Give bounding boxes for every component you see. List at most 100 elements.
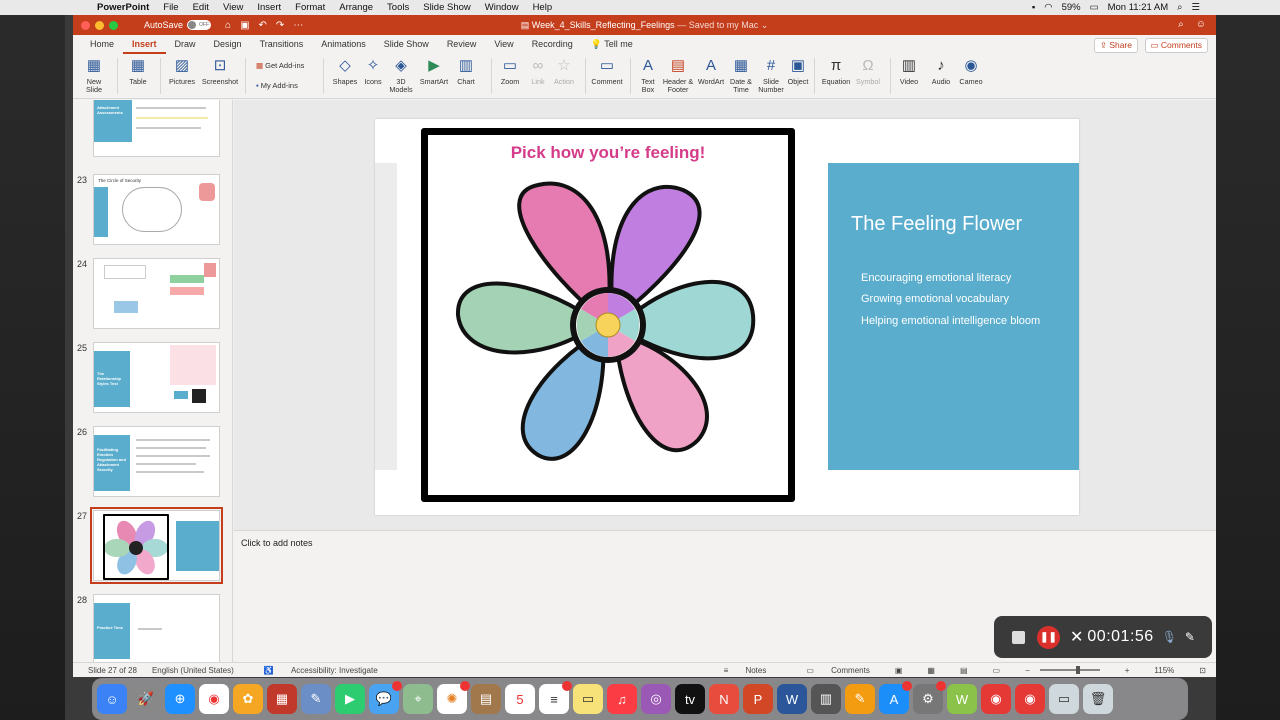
tab-design[interactable]: Design	[205, 35, 251, 54]
clock[interactable]: Mon 11:21 AM	[1108, 2, 1169, 13]
facetime-icon[interactable]: ▶	[335, 684, 365, 714]
icons-button[interactable]: ✧ Icons	[360, 56, 386, 86]
3d-models-button[interactable]: ◈ 3D Models	[386, 56, 416, 94]
thumbnail-slide-28[interactable]: Practice Time	[93, 594, 220, 662]
microphone-icon[interactable]: 🎙	[1162, 630, 1177, 644]
feeling-flower-picture[interactable]: Pick how you’re feeling!	[421, 128, 795, 502]
menu-edit[interactable]: Edit	[193, 2, 209, 13]
new-slide-button[interactable]: ▦ New Slide	[79, 56, 109, 94]
slide-number-button[interactable]: # Slide Number	[756, 56, 786, 94]
messages-icon[interactable]: 💬	[369, 681, 402, 714]
zoom-level[interactable]: 115%	[1154, 666, 1174, 675]
bullet-3[interactable]: Helping emotional intelligence bloom	[861, 315, 1040, 327]
link-button[interactable]: ∞ Link	[526, 56, 550, 86]
menu-format[interactable]: Format	[295, 2, 325, 13]
redo-icon[interactable]: ↷	[276, 20, 284, 31]
action-button[interactable]: ☆ Action	[551, 56, 577, 86]
accessibility-checker[interactable]: ♿ Accessibility: Investigate	[249, 666, 378, 675]
object-button[interactable]: ▣ Object	[785, 56, 811, 86]
chart-button[interactable]: ▥ Chart	[453, 56, 479, 86]
equation-button[interactable]: π Equation	[819, 56, 853, 86]
menu-tools[interactable]: Tools	[387, 2, 409, 13]
menu-file[interactable]: File	[163, 2, 178, 13]
header-footer-button[interactable]: ▤ Header & Footer	[661, 56, 695, 94]
zoom-in-icon[interactable]: +	[1125, 666, 1130, 675]
search-icon[interactable]: ⌕	[1178, 19, 1184, 30]
tab-insert[interactable]: Insert	[123, 35, 166, 54]
menu-arrange[interactable]: Arrange	[339, 2, 373, 13]
cameo-button[interactable]: ◉ Cameo	[957, 56, 985, 86]
bullet-2[interactable]: Growing emotional vocabulary	[861, 293, 1009, 305]
autosave-toggle[interactable]: OFF	[187, 20, 212, 30]
bullet-1[interactable]: Encouraging emotional literacy	[861, 272, 1011, 284]
menu-help[interactable]: Help	[533, 2, 553, 13]
notes-placeholder[interactable]: Click to add notes	[241, 538, 313, 548]
word-icon[interactable]: W	[777, 684, 807, 714]
comments-toggle[interactable]: ▭ Comments	[791, 666, 869, 675]
comment-button[interactable]: ▭ Comment	[589, 56, 625, 86]
photos-icon[interactable]: ✺	[437, 681, 470, 714]
tv-icon[interactable]: tv	[675, 684, 705, 714]
zoom-out-icon[interactable]: −	[1025, 666, 1030, 675]
close-window-button[interactable]	[81, 20, 90, 30]
slideshow-icon[interactable]: ▭	[993, 666, 1001, 675]
stop-recording-button[interactable]	[1012, 630, 1025, 644]
control-center-icon[interactable]: ☰	[1191, 2, 1200, 13]
shapes-button[interactable]: ◇ Shapes	[331, 56, 359, 86]
thumbnail-slide-25[interactable]: The Relationship Styles Test	[93, 342, 220, 413]
downloads-folder-icon[interactable]: ▭	[1049, 684, 1079, 714]
table-button[interactable]: ▦ Table	[123, 56, 153, 86]
search-icon[interactable]: ⌕	[1177, 2, 1182, 13]
keynote-icon[interactable]: ▥	[811, 684, 841, 714]
safari-icon[interactable]: ⊕	[165, 684, 195, 714]
thumbnail-slide-24[interactable]	[93, 258, 220, 329]
thumbnail-slide-23[interactable]: The Circle of Security	[93, 174, 220, 245]
notes-toggle[interactable]: ≡ Notes	[709, 666, 767, 675]
pages-icon[interactable]: ✎	[845, 684, 875, 714]
reminders-icon[interactable]: ≡	[539, 681, 572, 714]
text-box-button[interactable]: A Text Box	[636, 56, 660, 94]
thumbnail-slide-26[interactable]: Facilitating Emotion Regulation and Atta…	[93, 426, 220, 497]
camera-app-icon[interactable]: ◉	[1015, 684, 1045, 714]
tab-review[interactable]: Review	[438, 35, 486, 54]
my-addins-button[interactable]: ▪ My Add-ins	[256, 81, 298, 90]
date-time-button[interactable]: ▦ Date & Time	[727, 56, 755, 94]
language-indicator[interactable]: English (United States)	[152, 666, 234, 675]
powerpoint-icon[interactable]: P	[743, 684, 773, 714]
tab-transitions[interactable]: Transitions	[251, 35, 313, 54]
menu-view[interactable]: View	[223, 2, 243, 13]
app-icon[interactable]: ✿	[233, 684, 263, 714]
symbol-button[interactable]: Ω Symbol	[853, 56, 883, 86]
flag-icon[interactable]: ▪	[1032, 2, 1035, 13]
slide-editing-area[interactable]: Pick how you’re feeling! The Feeling Flo…	[234, 100, 1216, 530]
wordwall-icon[interactable]: W	[947, 684, 977, 714]
tab-home[interactable]: Home	[81, 35, 123, 54]
more-icon[interactable]: ⋯	[293, 20, 303, 31]
title-panel[interactable]: The Feeling Flower Encouraging emotional…	[828, 163, 1079, 470]
tab-recording[interactable]: Recording	[523, 35, 582, 54]
notes-app-icon[interactable]: ▭	[573, 684, 603, 714]
battery-icon[interactable]: ▭	[1090, 2, 1099, 13]
get-addins-button[interactable]: ▦ Get Add-ins	[256, 61, 304, 70]
menu-window[interactable]: Window	[485, 2, 519, 13]
tab-animations[interactable]: Animations	[312, 35, 375, 54]
slide-sorter-icon[interactable]: ▦	[927, 666, 935, 675]
menu-insert[interactable]: Insert	[257, 2, 281, 13]
contacts-icon[interactable]: ▤	[471, 684, 501, 714]
audio-button[interactable]: ♪ Audio	[928, 56, 954, 86]
preview-icon[interactable]: ✎	[301, 684, 331, 714]
screenshot-button[interactable]: ⊡ Screenshot	[200, 56, 240, 86]
fit-slide-icon[interactable]: ⊡	[1199, 666, 1206, 675]
slide-thumbnails-panel[interactable]: Attachment Assessments 23 The Circle of …	[73, 100, 233, 662]
photo-booth-icon[interactable]: ▦	[267, 684, 297, 714]
wifi-icon[interactable]: ◠	[1044, 2, 1052, 13]
menu-app-name[interactable]: PowerPoint	[97, 2, 149, 13]
autosave-control[interactable]: AutoSave OFF	[144, 20, 212, 30]
pause-recording-button[interactable]: ❚❚	[1037, 625, 1060, 649]
video-button[interactable]: ▥ Video	[896, 56, 922, 86]
news-icon[interactable]: N	[709, 684, 739, 714]
tab-view[interactable]: View	[485, 35, 522, 54]
thumbnail-slide-22[interactable]: Attachment Assessments	[93, 100, 220, 157]
music-icon[interactable]: ♫	[607, 684, 637, 714]
tab-slide-show[interactable]: Slide Show	[375, 35, 438, 54]
